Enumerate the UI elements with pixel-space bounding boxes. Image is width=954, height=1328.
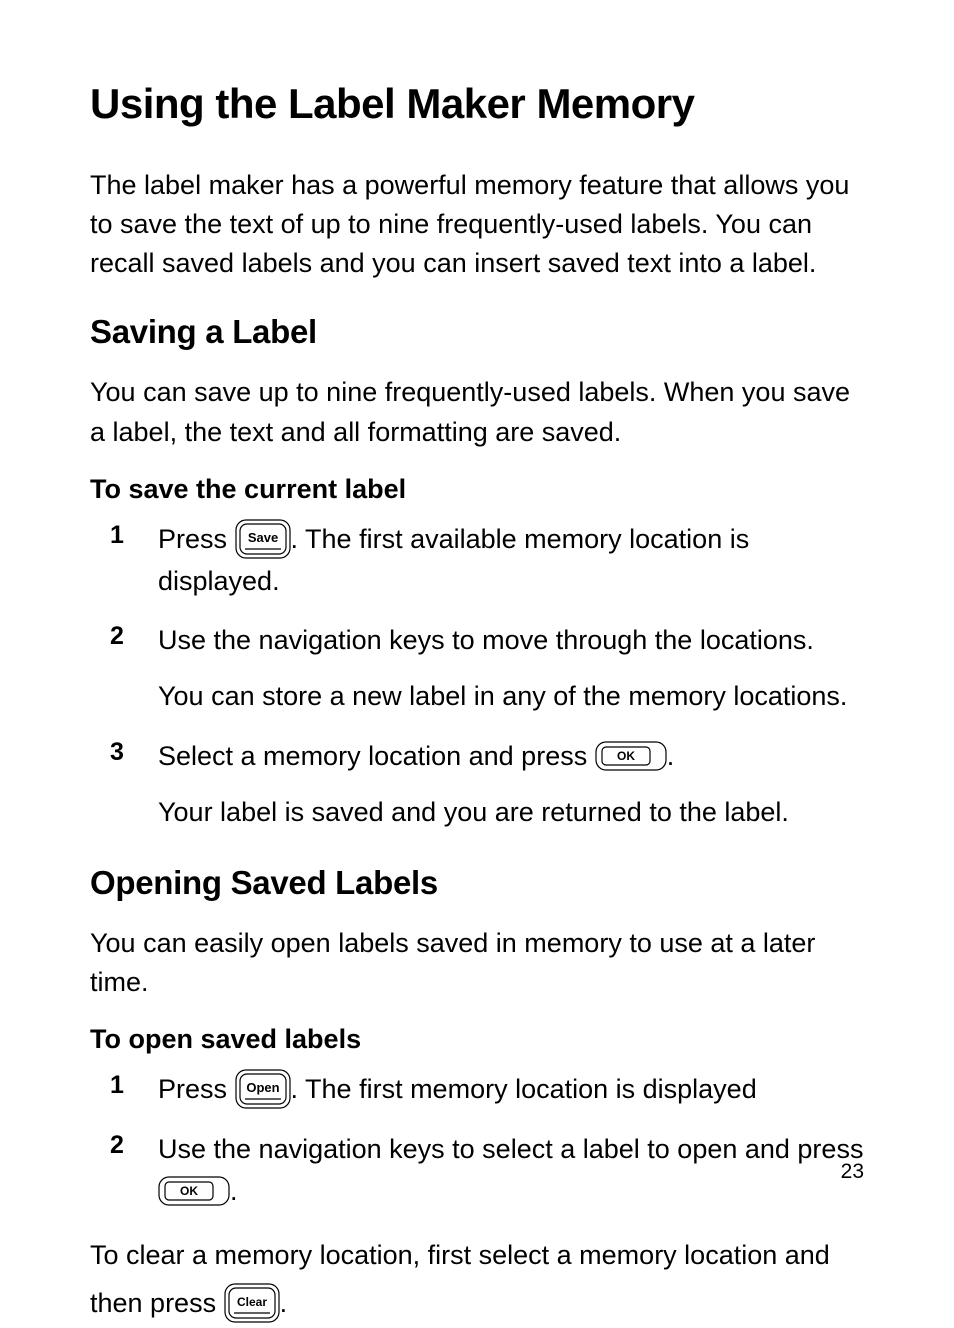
clear-paragraph: To clear a memory location, first select… xyxy=(90,1231,864,1328)
save-key-icon: Save xyxy=(235,519,291,559)
steps-save: 1 Press Save. The first available memory… xyxy=(110,519,864,834)
section-saving-intro: You can save up to nine frequently-used … xyxy=(90,373,864,451)
step-number: 3 xyxy=(110,736,158,767)
svg-text:Save: Save xyxy=(247,530,277,545)
step-text: . The first memory location is displayed xyxy=(291,1074,757,1104)
svg-text:Clear: Clear xyxy=(237,1295,267,1309)
step-text: Use the navigation keys to select a labe… xyxy=(158,1134,863,1164)
task-open-title: To open saved labels xyxy=(90,1024,864,1055)
step-text: You can store a new label in any of the … xyxy=(158,676,847,718)
svg-text:OK: OK xyxy=(180,1184,198,1198)
intro-paragraph: The label maker has a powerful memory fe… xyxy=(90,166,864,283)
clear-key-icon: Clear xyxy=(224,1283,280,1323)
list-item: 2 Use the navigation keys to move throug… xyxy=(110,620,864,718)
list-item: 1 Press Open . The first memory location … xyxy=(110,1069,864,1111)
step-number: 2 xyxy=(110,620,158,651)
clear-text: To clear a memory location, first select… xyxy=(90,1240,830,1319)
list-item: 2 Use the navigation keys to select a la… xyxy=(110,1129,864,1213)
page-number: 23 xyxy=(841,1160,864,1184)
step-number: 1 xyxy=(110,519,158,550)
step-text: . xyxy=(230,1176,238,1206)
list-item: 1 Press Save. The first available memory… xyxy=(110,519,864,603)
step-number: 1 xyxy=(110,1069,158,1100)
clear-text: . xyxy=(280,1288,288,1318)
list-item: 3 Select a memory location and press OK.… xyxy=(110,736,864,834)
open-key-icon: Open xyxy=(235,1069,291,1109)
step-text: Use the navigation keys to move through … xyxy=(158,620,847,662)
step-text: Select a memory location and press xyxy=(158,741,595,771)
step-text: . xyxy=(667,741,675,771)
steps-open: 1 Press Open . The first memory location … xyxy=(110,1069,864,1213)
ok-key-icon: OK xyxy=(158,1176,230,1206)
section-saving-title: Saving a Label xyxy=(90,313,864,351)
step-text: Press xyxy=(158,524,235,554)
page-title: Using the Label Maker Memory xyxy=(90,80,864,128)
svg-text:Open: Open xyxy=(246,1080,279,1095)
ok-key-icon: OK xyxy=(595,741,667,771)
step-text: Your label is saved and you are returned… xyxy=(158,792,789,834)
section-opening-intro: You can easily open labels saved in memo… xyxy=(90,924,864,1002)
svg-text:OK: OK xyxy=(617,749,635,763)
section-opening-title: Opening Saved Labels xyxy=(90,864,864,902)
task-save-title: To save the current label xyxy=(90,474,864,505)
step-text: Press xyxy=(158,1074,235,1104)
step-number: 2 xyxy=(110,1129,158,1160)
